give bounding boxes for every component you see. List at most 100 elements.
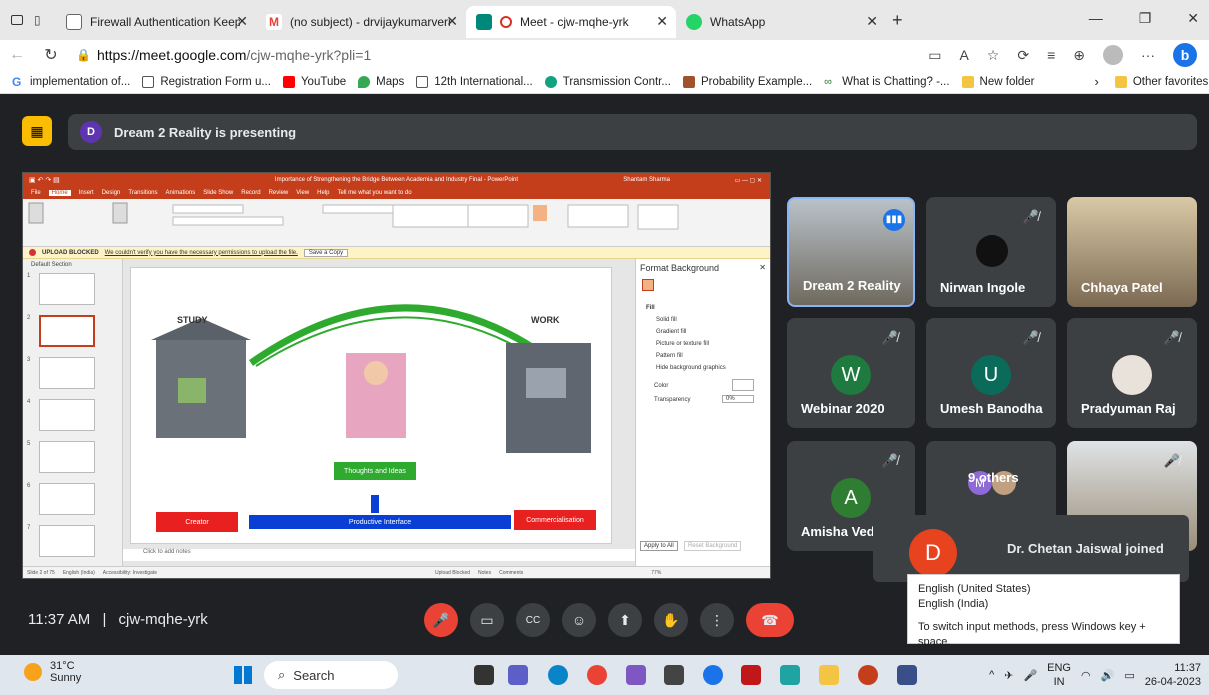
pattern-fill-option[interactable]: Pattern fill [656,353,683,359]
bookmark[interactable]: 12th International... [416,75,533,88]
emoji-button[interactable]: ☺ [562,603,596,637]
slide-thumb[interactable] [39,525,95,557]
file-explorer-icon[interactable] [819,665,839,685]
notes-pane[interactable]: Click to add notes [123,549,643,561]
participant-tile[interactable]: 🎤̸ U Umesh Banodha [926,318,1056,428]
ppt-tab[interactable]: Home [48,190,71,196]
refresh-icon[interactable]: ↻ [34,45,68,65]
ppt-tab[interactable]: Transitions [128,190,157,196]
camera-icon[interactable]: ▭ [928,47,941,64]
read-aloud-icon[interactable]: A [959,47,968,63]
tab-firewall[interactable]: Firewall Authentication Keepalive ✕ [56,6,256,38]
ppt-tab[interactable]: Design [102,190,121,196]
save-copy-button[interactable]: Save a Copy [303,248,349,257]
slide-canvas[interactable]: STUDY WORK Thoughts and Ideas Creator Pr… [130,267,612,544]
chrome-icon[interactable] [587,665,607,685]
slide-thumb[interactable] [39,483,95,515]
bookmark[interactable]: ∞ What is Chatting? -... [824,76,949,88]
close-tab-icon[interactable]: ✕ [446,13,458,30]
back-icon[interactable]: ← [0,46,34,64]
participant-tile[interactable]: 🎤̸ Pradyuman Raj [1067,318,1197,428]
tab-actions-icon[interactable]: ▯ [34,13,56,27]
bookmark[interactable]: New folder [961,75,1035,88]
network-off-icon[interactable]: ✈ [1004,669,1013,682]
status-comments[interactable]: Comments [499,570,523,576]
app-icon[interactable] [780,665,800,685]
edge-icon[interactable] [548,665,568,685]
status-zoom[interactable]: 77% [651,570,661,576]
participant-tile[interactable]: 🎤̸ Nirwan Ingole [926,197,1056,307]
color-picker[interactable] [732,379,754,391]
bookmark[interactable]: YouTube [282,75,346,88]
mic-off-button[interactable]: 🎤 [424,603,458,637]
fill-icon[interactable] [642,279,654,291]
close-tab-icon[interactable]: ✕ [656,13,668,30]
favorite-icon[interactable]: ☆ [987,47,1000,64]
ppt-tab[interactable]: Slide Show [203,190,233,196]
bookmark[interactable]: Gimplementation of... [12,76,130,88]
favorites-icon[interactable]: ≡ [1047,47,1055,63]
other-favorites[interactable]: Other favorites [1114,75,1208,88]
status-accessibility[interactable]: Accessibility: Investigate [103,570,157,576]
window-menu-icon[interactable] [0,0,34,40]
participant-tile[interactable]: 🎤̸ W Webinar 2020 [787,318,915,428]
bookmark[interactable]: Registration Form u... [142,75,271,88]
transparency-value[interactable]: 0% [722,395,754,403]
more-options-button[interactable]: ⋮ [700,603,734,637]
volume-icon[interactable]: 🔊 [1101,669,1115,682]
slide-thumb[interactable] [39,399,95,431]
visual-studio-icon[interactable] [626,665,646,685]
presentation-icon[interactable]: ▦ [22,116,52,146]
bing-icon[interactable]: b [1173,43,1197,67]
tab-whatsapp[interactable]: WhatsApp ✕ [676,6,886,38]
solid-fill-option[interactable]: Solid fill [656,317,677,323]
camera-button[interactable]: ▭ [470,603,504,637]
close-tab-icon[interactable]: ✕ [866,13,878,30]
powerpoint-icon[interactable] [858,665,878,685]
reset-background-button[interactable]: Reset Background [684,541,742,551]
profile-icon[interactable] [1103,45,1123,65]
ppt-tab[interactable]: Record [241,190,260,196]
raise-hand-button[interactable]: ✋ [654,603,688,637]
bookmark[interactable]: Probability Example... [682,75,812,88]
restore-icon[interactable]: ❐ [1139,10,1152,27]
bookmark[interactable]: Transmission Contr... [544,75,671,88]
ppt-tab[interactable]: File [31,190,41,196]
close-tab-icon[interactable]: ✕ [236,13,248,30]
apply-all-button[interactable]: Apply to All [640,541,678,551]
captions-button[interactable]: CC [516,603,550,637]
minimize-icon[interactable]: — [1089,10,1103,27]
ppt-tab[interactable]: Help [317,190,329,196]
tab-meet[interactable]: Meet - cjw-mqhe-yrk ✕ [466,6,676,38]
close-pane-icon[interactable]: ✕ [759,263,766,272]
slide-thumb[interactable] [39,315,95,347]
taskbar-clock[interactable]: 11:37 26-04-2023 [1145,661,1201,689]
slide-thumb[interactable] [39,357,95,389]
close-window-icon[interactable]: ✕ [1187,10,1199,27]
lock-icon[interactable]: 🔒 [76,48,91,62]
participant-tile[interactable]: Chhaya Patel [1067,197,1197,307]
extensions-icon[interactable]: ⟳ [1017,47,1029,64]
snipping-tool-icon[interactable] [897,665,917,685]
chevron-up-icon[interactable]: ^ [989,669,994,681]
mic-icon[interactable]: 🎤 [1023,669,1037,682]
picture-fill-option[interactable]: Picture or texture fill [656,341,709,347]
status-notes[interactable]: Notes [478,570,491,576]
task-view-icon[interactable] [474,665,494,685]
battery-icon[interactable]: ▭ [1124,669,1134,682]
leave-call-button[interactable]: ☎ [746,603,794,637]
ppt-tab[interactable]: Animations [166,190,196,196]
language-indicator[interactable]: ENG IN [1047,661,1071,689]
chat-icon[interactable] [508,665,528,685]
ppt-tab[interactable]: Tell me what you want to do [338,190,412,196]
ppt-tab[interactable]: Insert [79,190,94,196]
help-icon[interactable] [703,665,723,685]
gradient-fill-option[interactable]: Gradient fill [656,329,686,335]
participant-tile[interactable]: ▮▮▮ Dream 2 Reality [787,197,915,307]
more-icon[interactable]: ··· [1141,47,1155,63]
tab-gmail[interactable]: M (no subject) - drvijaykumarverma ✕ [256,6,466,38]
collections-icon[interactable]: ⊕ [1073,47,1085,64]
slide-thumb[interactable] [39,441,95,473]
ppt-tab[interactable]: View [296,190,309,196]
wifi-icon[interactable]: ◠ [1081,669,1091,682]
